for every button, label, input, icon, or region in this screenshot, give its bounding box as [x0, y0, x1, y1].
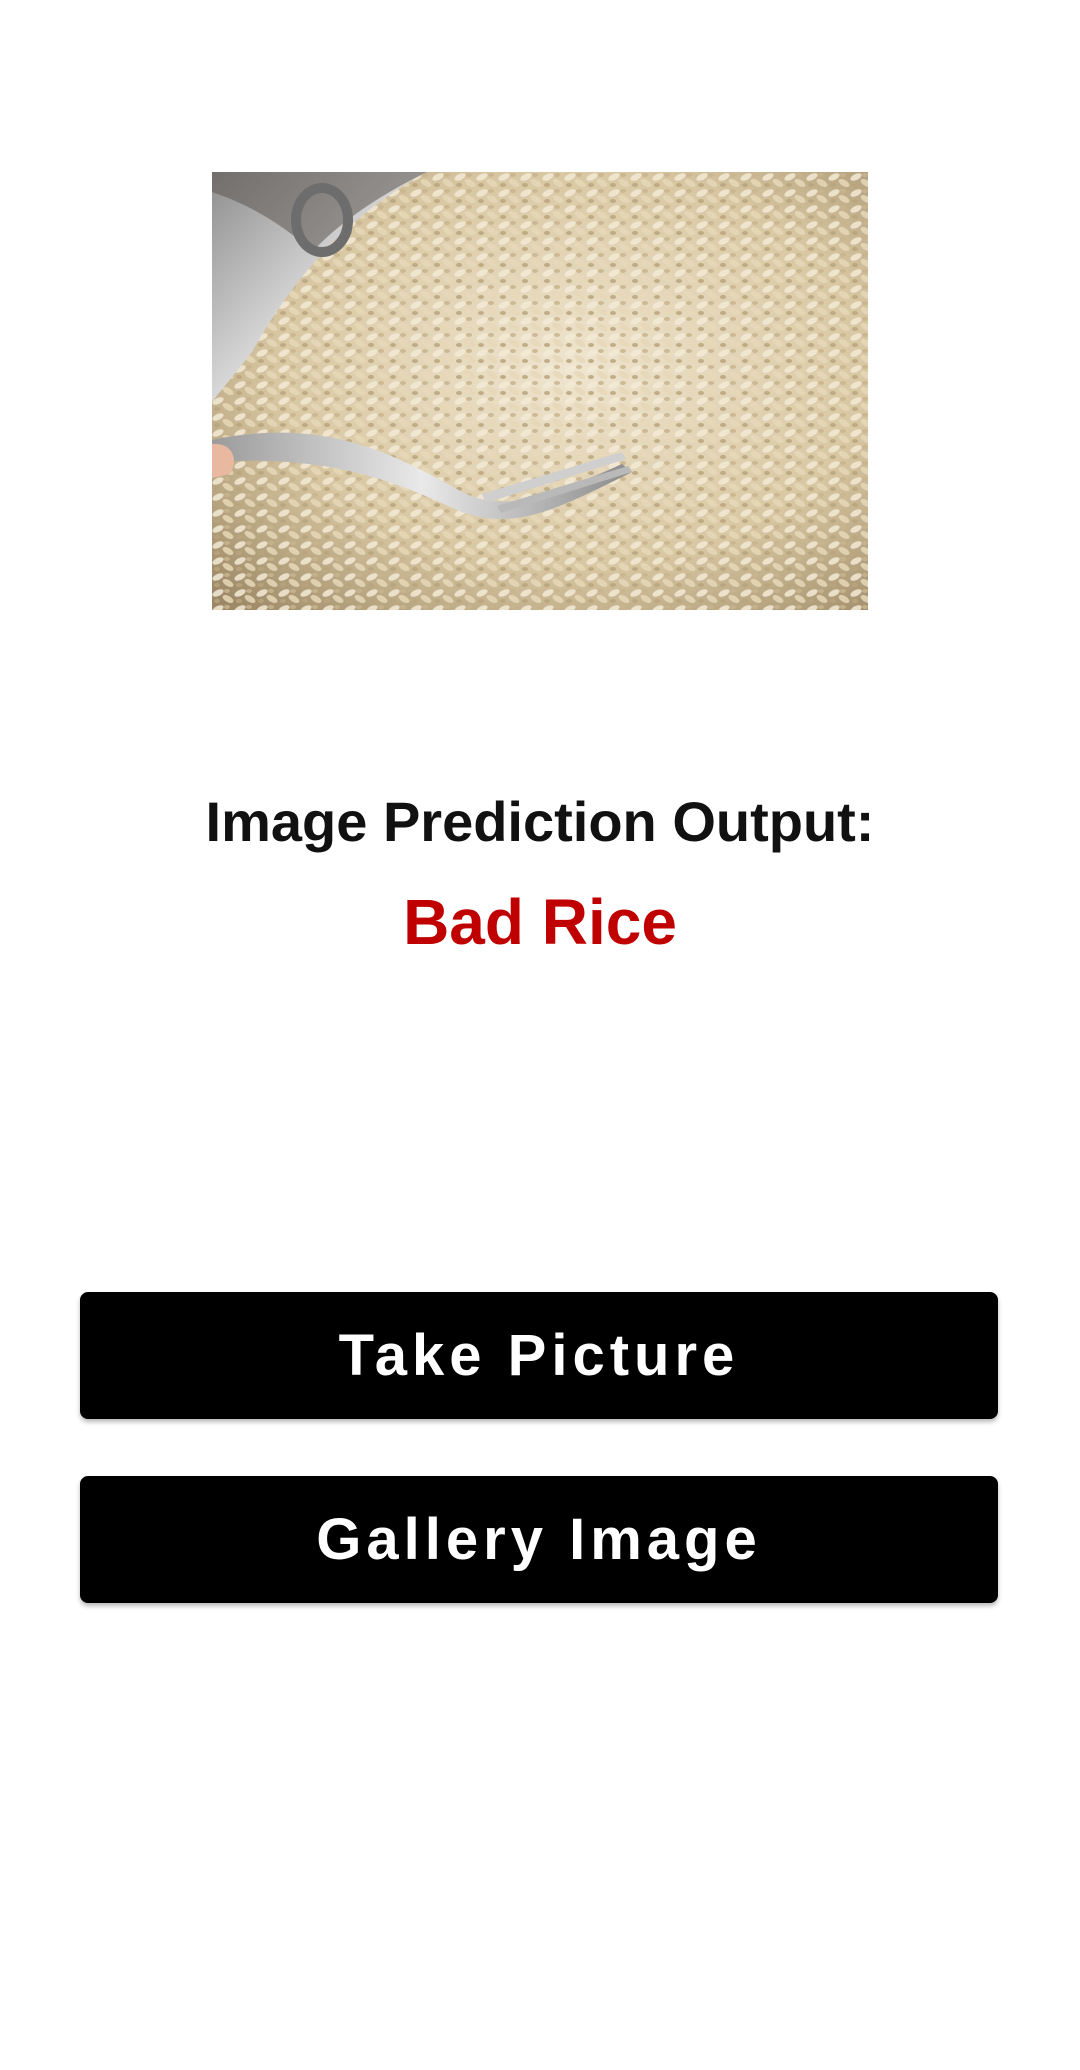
- gallery-image-button[interactable]: Gallery Image: [80, 1476, 998, 1603]
- prediction-output-label: Image Prediction Output:: [205, 790, 875, 853]
- rice-image: [212, 172, 868, 610]
- prediction-result: Bad Rice: [403, 886, 677, 958]
- rice-photo: [212, 172, 868, 610]
- take-picture-button[interactable]: Take Picture: [80, 1292, 998, 1419]
